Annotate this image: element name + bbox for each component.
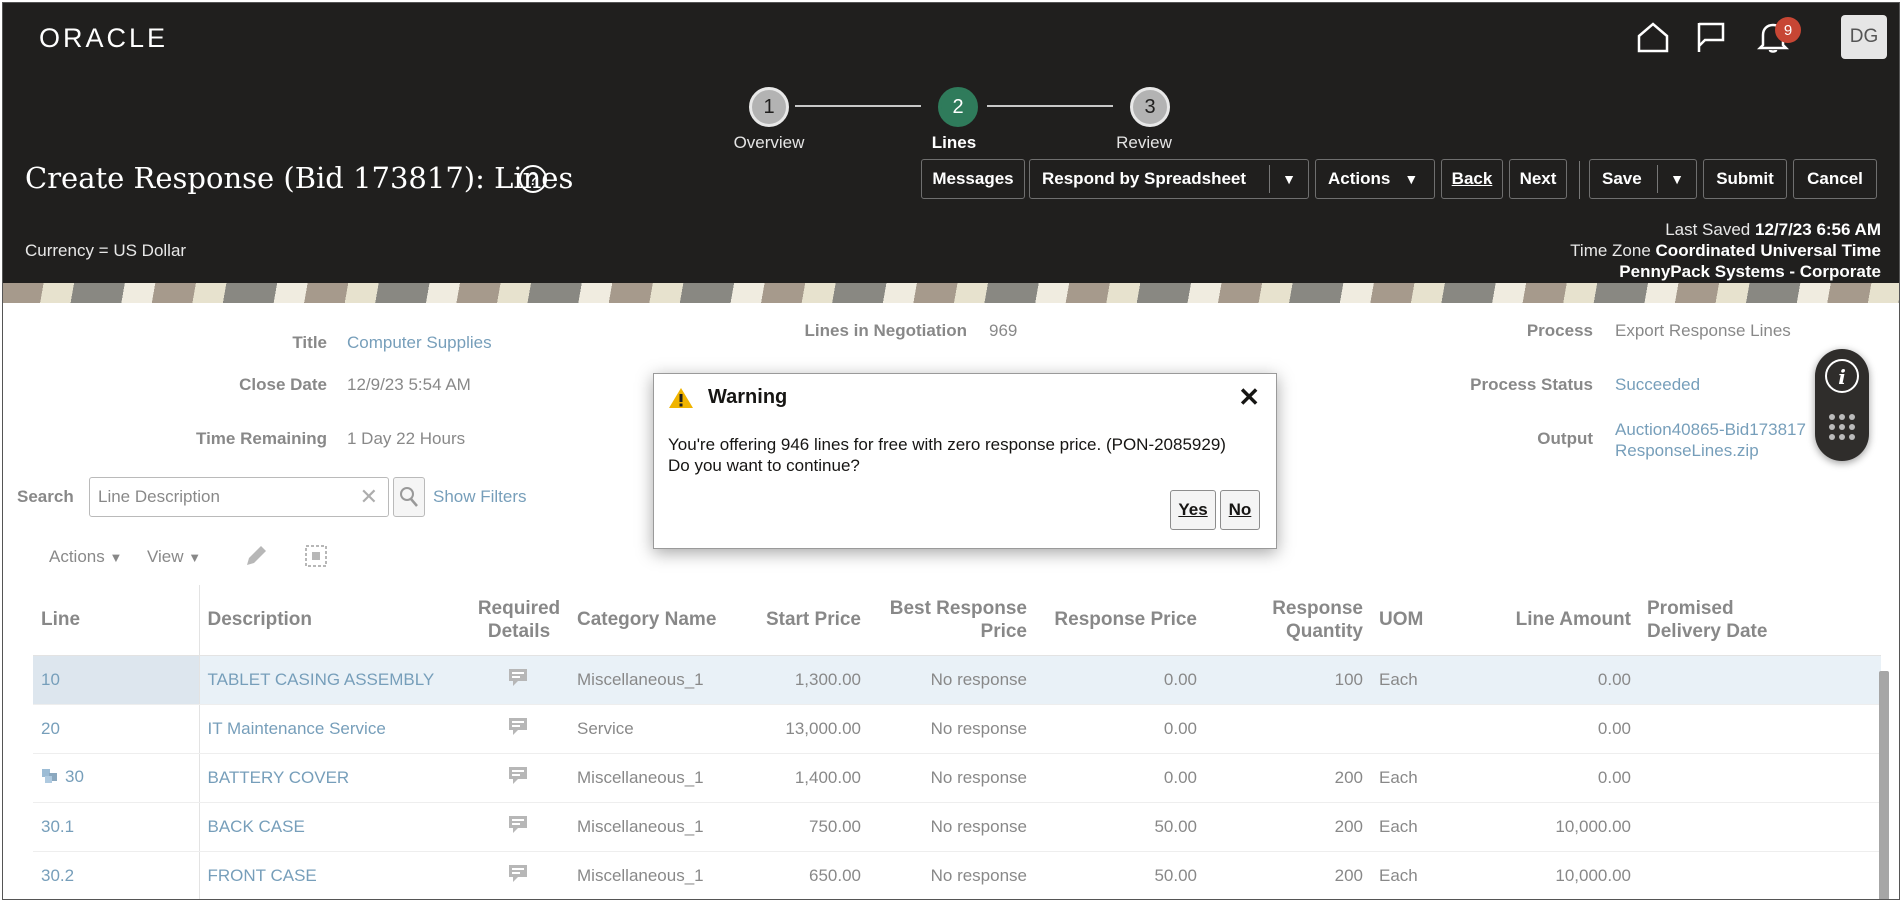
home-icon[interactable] [1633,17,1673,57]
save-menu-chevron-down-icon[interactable]: ▼ [1659,159,1695,199]
time-zone-label: Time Zone [1570,241,1651,260]
page-title: Create Response (Bid 173817): Lines [25,161,574,195]
respond-by-spreadsheet-label: Respond by Spreadsheet [1042,169,1247,188]
cancel-button[interactable]: Cancel [1793,159,1877,199]
dialog-message-line2: Do you want to continue? [668,456,860,475]
time-zone-value: Coordinated Universal Time [1655,241,1881,260]
no-button[interactable]: No [1220,490,1260,530]
currency-label: Currency = US Dollar [25,241,187,260]
info-icon[interactable]: i [1815,349,1869,461]
app-frame: ORACLE 9 DG 1 2 3 Overview Lines Review … [2,2,1900,900]
user-avatar[interactable]: DG [1841,15,1887,59]
train-step-lines[interactable]: 2 [938,87,978,127]
svg-text:i: i [1838,365,1846,389]
train-connector [987,105,1113,107]
help-icon[interactable]: ? [519,165,547,193]
oracle-logo[interactable]: ORACLE [39,23,168,54]
save-label: Save [1602,169,1642,188]
train-label-review[interactable]: Review [1084,133,1204,153]
train-connector [795,105,921,107]
dialog-message-line1: You're offering 946 lines for free with … [668,435,1226,454]
train-label-lines[interactable]: Lines [894,133,1014,153]
global-header: ORACLE 9 DG 1 2 3 Overview Lines Review … [3,3,1899,283]
floating-info-panel[interactable]: i [1815,349,1869,461]
submit-button[interactable]: Submit [1703,159,1787,199]
messages-button[interactable]: Messages [921,159,1025,199]
chevron-down-icon: ▼ [1404,171,1419,187]
dialog-message: You're offering 946 lines for free with … [668,434,1268,476]
close-icon[interactable]: ✕ [1238,382,1260,413]
yes-button[interactable]: Yes [1170,490,1216,530]
notification-badge: 9 [1775,17,1801,43]
save-info: Last Saved 12/7/23 6:56 AM Time Zone Coo… [1570,219,1881,282]
split-divider [1657,165,1658,193]
company-name: PennyPack Systems - Corporate [1619,262,1881,281]
last-saved-label: Last Saved [1665,220,1751,239]
warning-icon [668,386,694,415]
back-button[interactable]: Back [1441,159,1503,199]
last-saved-value: 12/7/23 6:56 AM [1755,220,1881,239]
train-step-overview[interactable]: 1 [749,87,789,127]
actions-label: Actions [1328,169,1391,188]
dialog-title: Warning [708,386,788,408]
flag-icon[interactable] [1691,17,1731,57]
train-label-overview[interactable]: Overview [709,133,829,153]
warning-dialog: Warning ✕ You're offering 946 lines for … [653,373,1277,549]
spreadsheet-menu-chevron-down-icon[interactable]: ▼ [1271,159,1307,199]
split-divider [1269,165,1270,193]
respond-by-spreadsheet-button[interactable]: Respond by Spreadsheet [1029,159,1309,199]
train-step-review[interactable]: 3 [1130,87,1170,127]
toolbar-separator [1579,161,1580,199]
next-button[interactable]: Next [1509,159,1567,199]
actions-menu-button[interactable]: Actions ▼ [1315,159,1435,199]
